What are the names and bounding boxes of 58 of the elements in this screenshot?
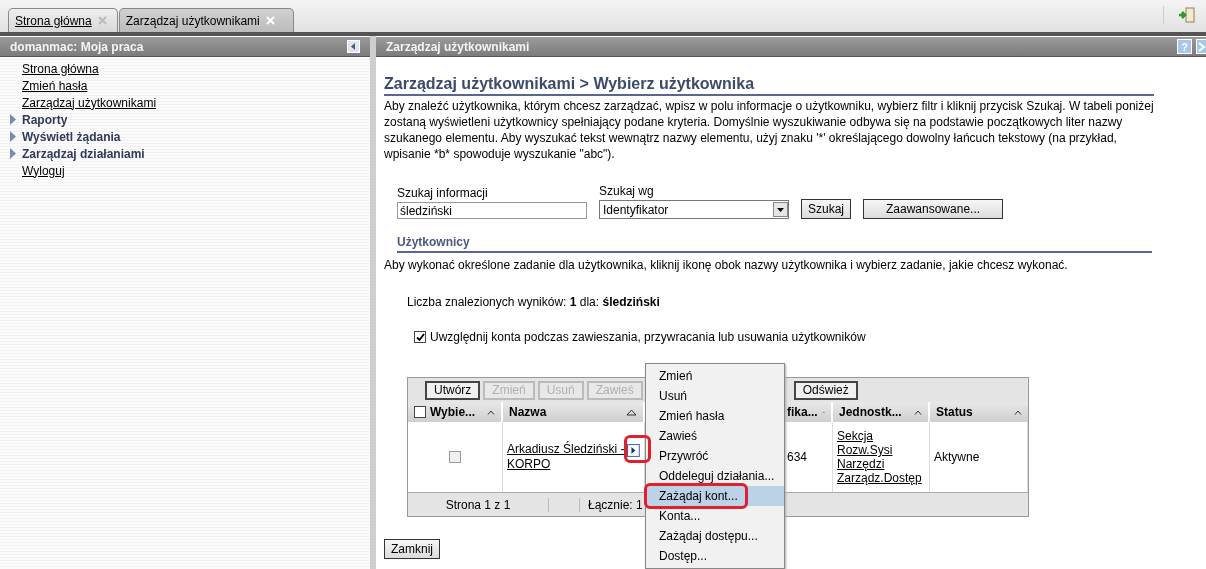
menu-item[interactable]: Konta... <box>646 506 784 526</box>
row-checkbox[interactable] <box>449 451 461 463</box>
menu-item[interactable]: Zawieś <box>646 426 784 446</box>
nav-group[interactable]: Zarządzaj działaniami <box>22 146 145 161</box>
menu-item[interactable]: Dostęp... <box>646 546 784 566</box>
table-cell: Aktywne <box>934 450 980 464</box>
caret-right-icon[interactable] <box>9 148 17 159</box>
nav-link[interactable]: Strona główna <box>22 61 99 76</box>
sort-ascending-icon[interactable] <box>626 408 637 416</box>
intro-text: Aby znaleźć użytkownika, którym chcesz zarządzać, wpisz w polu informacje o użytkowniku, wybierz filtr i kliknij przycisk Szukaj. W tabeli poniżej zostaną wyświetleni użytkownicy spełniający podane kryteria. Domyślnie wyszukiwanie odbywa się na podstawie początkowych liter nazwy szukanego elementu. Aby wyszukać tekst wewnątrz nazwy elementu, użyj znaku '*' określającego dowolny łańcuch tekstowy (na przykład, wpisanie *b* spowoduje wyszukanie "abc"). <box>384 98 1155 162</box>
search-field[interactable]: śledziński <box>397 202 587 219</box>
panel-title: Zarządzaj użytkownikami <box>386 39 530 54</box>
sort-caret-icon[interactable] <box>914 409 922 415</box>
field-label: Szukaj informacji <box>397 186 489 200</box>
result-count: Liczba znalezionych wyników: 1 dla: śledziński <box>407 295 661 309</box>
nav-group[interactable]: Wyświetl żądania <box>22 129 121 144</box>
table-cell: 634 <box>787 450 808 464</box>
advanced-button[interactable]: Zaawansowane... <box>863 199 1004 219</box>
tab[interactable]: Zarządzaj użytkownikami <box>118 8 294 32</box>
page-heading: Zarządzaj użytkownikami > Wybierz użytkownika <box>384 75 1154 96</box>
actions-menu-icon[interactable] <box>627 443 640 457</box>
menu-item[interactable]: Zmień hasła <box>646 406 784 426</box>
hint-text: Aby wykonać określone zadanie dla użytkownika, kliknij ikonę obok nazwy użytkownika i wybierz zadanie, jakie chcesz wykonać. <box>384 258 1069 272</box>
menu-item[interactable]: Oddeleguj działania... <box>646 466 784 486</box>
caret-right-icon[interactable] <box>9 131 17 142</box>
toolbar-button[interactable]: Odśwież <box>793 380 858 400</box>
checkbox[interactable] <box>414 331 426 343</box>
nav-link[interactable]: Zarządzaj użytkownikami <box>22 95 157 110</box>
footer-text: Strona 1 z 1 <box>408 497 549 512</box>
column-header[interactable]: Status <box>930 402 1028 422</box>
sort-caret-icon[interactable] <box>487 409 495 415</box>
section-heading: Użytkownicy <box>397 235 1152 253</box>
field-label: Szukaj wg <box>599 184 655 198</box>
nav-link[interactable]: Wyloguj <box>22 163 65 178</box>
nav-link[interactable]: Zmień hasła <box>22 78 88 93</box>
close-button[interactable]: Zamknij <box>384 539 440 559</box>
collapse-icon[interactable] <box>347 40 360 53</box>
footer-text: Łącznie: 1 <box>579 497 643 512</box>
caret-right-icon[interactable] <box>9 114 17 125</box>
unit-link[interactable]: Sekcja Rozw.Sysi Narzędzi Zarządz.Dostęp <box>837 429 925 485</box>
user-link[interactable]: Arkadiusz Śledziński - KORPO <box>507 442 626 472</box>
nav-group[interactable]: Raporty <box>22 112 68 127</box>
exit-door-icon[interactable] <box>1163 6 1196 24</box>
menu-item[interactable]: Zażądaj dostępu... <box>646 526 784 546</box>
column-header[interactable]: Jednostk... <box>833 402 930 422</box>
panel-title: domanmac: Moja praca <box>10 39 144 54</box>
tab[interactable]: Strona główna <box>8 8 118 32</box>
select-all-checkbox[interactable] <box>414 406 426 418</box>
sort-caret-icon[interactable] <box>1014 409 1022 415</box>
menu-item[interactable]: Zmień <box>646 366 784 386</box>
column-header[interactable]: Wybie... <box>408 402 503 422</box>
menu-item[interactable]: Zażądaj kont... <box>646 486 784 506</box>
menu-item[interactable]: Przywróć <box>646 446 784 466</box>
checkbox-label: Uwzględnij konta podczas zawieszania, przywracania lub usuwania użytkowników <box>430 330 866 344</box>
menu-item[interactable]: Usuń <box>646 386 784 406</box>
toolbar-button[interactable]: Utwórz <box>425 380 481 400</box>
search-by-dropdown[interactable]: Identyfikator <box>599 200 789 219</box>
search-button[interactable]: Szukaj <box>801 199 852 219</box>
